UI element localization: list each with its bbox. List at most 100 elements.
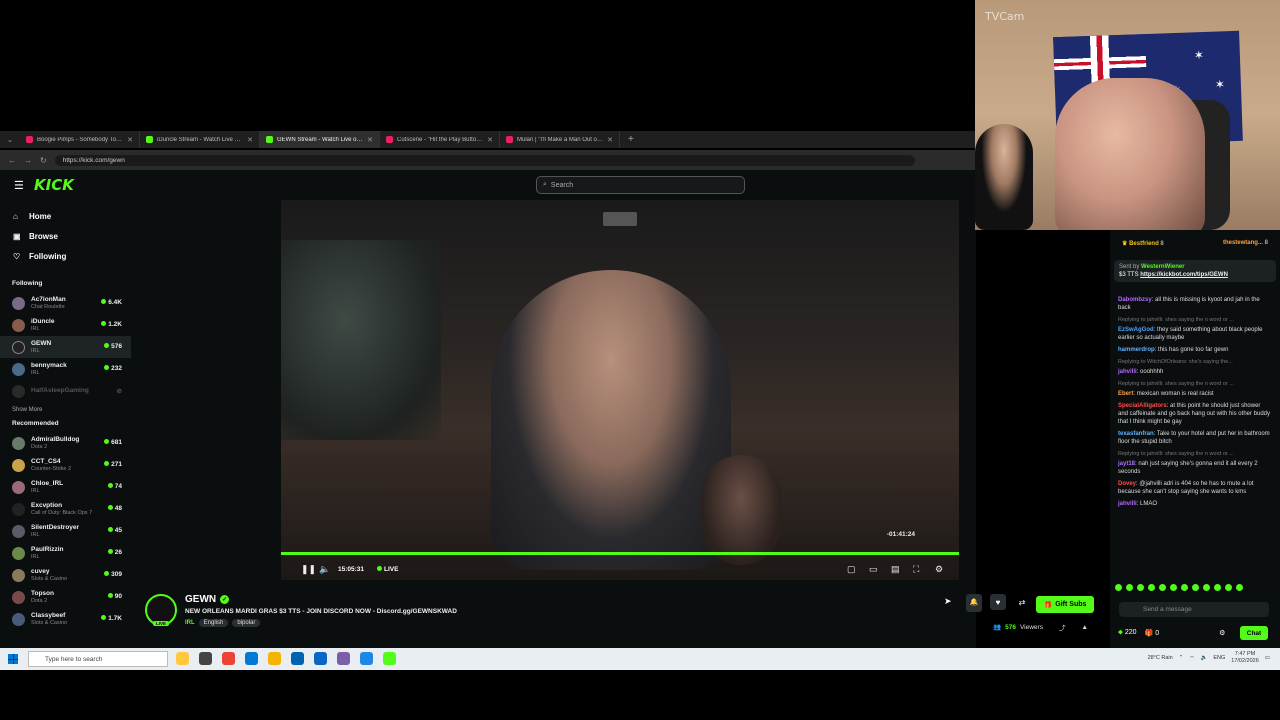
sidebar-channel[interactable]: Chloe_IRL IRL 74 <box>0 476 131 498</box>
emote-icon[interactable] <box>1137 584 1144 591</box>
windows-start-icon[interactable] <box>8 654 18 664</box>
chat-settings-icon[interactable]: ⚙ <box>1219 629 1225 637</box>
sidebar-channel[interactable]: iDuncle IRL 1.2K <box>0 314 131 336</box>
tray-arrow-icon[interactable]: ⌃ <box>1179 655 1184 661</box>
chat-username[interactable]: SpecialAlligators <box>1118 403 1167 409</box>
sidebar-channel[interactable]: Classybeef Slots & Casino 1.7K <box>0 608 131 630</box>
emote-icon[interactable] <box>1192 584 1199 591</box>
chat-username[interactable]: texasfanfran <box>1118 431 1154 437</box>
category-link[interactable]: IRL <box>185 620 195 626</box>
chat-message[interactable]: SpecialAlligators: at this point he shou… <box>1110 400 1280 428</box>
new-tab-icon[interactable]: + <box>620 134 634 145</box>
widgets-icon[interactable] <box>176 652 189 665</box>
channel-name[interactable]: GEWN <box>185 594 216 605</box>
file-explorer-icon[interactable] <box>268 652 281 665</box>
share-icon[interactable]: ⇄ <box>1014 594 1030 610</box>
pinned-message[interactable]: Sent by WesternWiener $3 TTS https://kic… <box>1114 260 1276 282</box>
emote-icon[interactable] <box>1203 584 1210 591</box>
chat-message[interactable]: Dovey: @jahvilli adri is 404 so he has t… <box>1110 478 1280 498</box>
emote-icon[interactable] <box>1115 584 1122 591</box>
kick-app-icon[interactable] <box>383 652 396 665</box>
mail-icon[interactable] <box>314 652 327 665</box>
back-icon[interactable]: ← <box>8 156 16 165</box>
emote-icon[interactable] <box>1181 584 1188 591</box>
browser-tab[interactable]: Boogie Pimps - Somebody To Lov ✕ <box>20 131 140 148</box>
sidebar-channel[interactable]: CCT_CS4 Counter-Strike 2 271 <box>0 454 131 476</box>
gift-subs-button[interactable]: 🎁 Gift Subs <box>1036 596 1094 613</box>
chrome-icon[interactable] <box>222 652 235 665</box>
chat-username[interactable]: Dovey <box>1118 481 1136 487</box>
sidebar-channel[interactable]: Topson Dota 2 90 <box>0 586 131 608</box>
video-player[interactable]: -01:41:24 ❚❚ 🔈 15:05:31 LIVE ▢ ▭ ▤ ⛶ ⚙ <box>281 200 959 580</box>
close-tab-icon[interactable]: ✕ <box>487 136 493 144</box>
chat-username[interactable]: jayt18 <box>1118 461 1135 467</box>
store-icon[interactable] <box>291 652 304 665</box>
notifications-icon[interactable]: ▭ <box>1265 655 1270 661</box>
app-icon[interactable] <box>337 652 350 665</box>
menu-icon[interactable]: ☰ <box>14 179 24 192</box>
close-tab-icon[interactable]: ✕ <box>127 136 133 144</box>
chat-username[interactable]: EzSwAgGod <box>1118 327 1154 333</box>
chat-username[interactable]: hammerdrop <box>1118 347 1155 353</box>
chat-send-button[interactable]: Chat <box>1240 626 1268 640</box>
emote-icon[interactable] <box>1214 584 1221 591</box>
emote-icon[interactable] <box>1148 584 1155 591</box>
sidebar-channel[interactable]: bennymack IRL 232 <box>0 358 131 380</box>
sidebar-channel[interactable]: PaulRizzin IRL 26 <box>0 542 131 564</box>
chat-username[interactable]: jahvilli <box>1118 369 1137 375</box>
chat-username[interactable]: Ebert <box>1118 391 1133 397</box>
pause-icon[interactable]: ❚❚ <box>301 564 316 575</box>
report-icon[interactable]: ▲ <box>1081 624 1087 631</box>
chat-message[interactable]: Dabombzsy: all this is missing is kyoot … <box>1110 294 1280 314</box>
browser-tab[interactable]: Cutscene - "Hit the Play Button or ✕ <box>380 131 500 148</box>
pip-icon[interactable]: ▤ <box>891 564 900 575</box>
tag[interactable]: bipolar <box>232 619 261 627</box>
tip-link[interactable]: https://kickbot.com/tips/GEWN <box>1140 272 1228 278</box>
sidebar-channel-offline[interactable]: HalfAsleepGaming ⊘ <box>0 380 131 402</box>
emote-icon[interactable] <box>1225 584 1232 591</box>
chat-message[interactable]: texasfanfran: Take to your hotel and put… <box>1110 428 1280 448</box>
sidebar-channel[interactable]: Excvption Call of Duty: Black Ops 7 48 <box>0 498 131 520</box>
fullscreen-icon[interactable]: ⛶ <box>913 564 919 575</box>
browser-tab[interactable]: Mulan | "I'll Make a Man Out of Yo ✕ <box>500 131 620 148</box>
sidebar-channel[interactable]: SilentDestroyer IRL 45 <box>0 520 131 542</box>
close-tab-icon[interactable]: ✕ <box>607 136 613 144</box>
sidebar-channel[interactable]: AdmiralBulldog Dota 2 681 <box>0 432 131 454</box>
url-field[interactable]: https://kick.com/gewn <box>54 154 915 166</box>
close-tab-icon[interactable]: ✕ <box>367 136 373 144</box>
forward-icon[interactable]: → <box>24 156 32 165</box>
tab-list-icon[interactable]: ⌄ <box>0 136 20 144</box>
network-icon[interactable]: ⌔ <box>1189 655 1194 662</box>
chat-message[interactable]: jahvilli: LMAO <box>1110 498 1280 510</box>
share-link-icon[interactable]: ⤴ <box>1059 622 1066 632</box>
settings-icon[interactable]: ⚙ <box>935 564 943 575</box>
chat-message[interactable]: hammerdrop: this has gone too far gewn <box>1110 344 1280 356</box>
clip-icon[interactable]: ▢ <box>847 564 856 575</box>
clock[interactable]: 7:47 PM 17/02/2026 <box>1231 651 1259 665</box>
sidebar-channel[interactable]: Ac7ionMan Chat Roulette 6.4K <box>0 292 131 314</box>
nav-following[interactable]: ♡ Following <box>0 246 131 266</box>
nav-browse[interactable]: ▣ Browse <box>0 226 131 246</box>
chat-message[interactable]: Ebert: mexican woman is real racist <box>1110 388 1280 400</box>
bell-icon[interactable]: 🔔 <box>966 594 982 610</box>
volume-icon[interactable]: 🔈 <box>319 564 330 575</box>
heart-icon[interactable]: ♥ <box>990 594 1006 610</box>
chat-username[interactable]: Dabombzsy <box>1118 297 1152 303</box>
progress-bar[interactable] <box>281 552 959 555</box>
emote-icon[interactable] <box>1159 584 1166 591</box>
emote-icon[interactable] <box>1170 584 1177 591</box>
browser-tab-active[interactable]: GEWN Stream - Watch Live on Ki ✕ <box>260 131 380 148</box>
task-view-icon[interactable] <box>199 652 212 665</box>
emote-icon[interactable] <box>1126 584 1133 591</box>
reload-icon[interactable]: ↻ <box>40 156 47 165</box>
emote-icon[interactable] <box>1236 584 1243 591</box>
close-tab-icon[interactable]: ✕ <box>247 136 253 144</box>
app-icon[interactable] <box>360 652 373 665</box>
chat-message[interactable]: jayt18: nah just saying she's gonna end … <box>1110 458 1280 478</box>
chat-message[interactable]: EzSwAgGod: they said something about bla… <box>1110 324 1280 344</box>
edge-icon[interactable] <box>245 652 258 665</box>
volume-icon[interactable]: 🔈 <box>1200 655 1207 661</box>
browser-tab[interactable]: iDuncle Stream - Watch Live on Ki ✕ <box>140 131 260 148</box>
chat-message[interactable]: jahvilli: ooohhhh <box>1110 366 1280 378</box>
show-more-link[interactable]: Show More <box>0 402 131 418</box>
